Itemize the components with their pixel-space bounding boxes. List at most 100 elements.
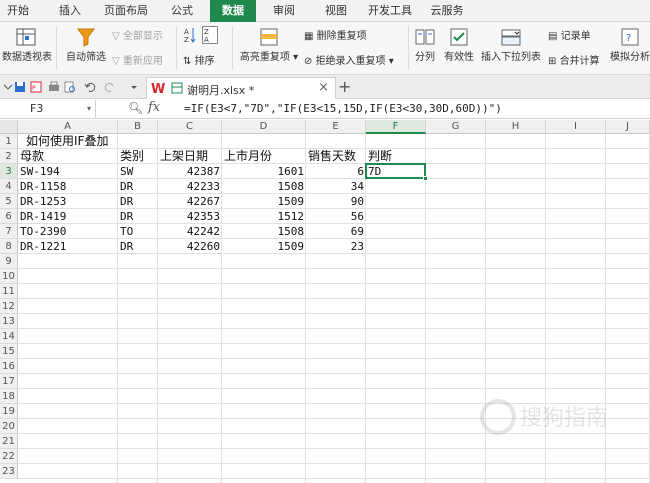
column-header-h[interactable]: H [486, 120, 546, 134]
reapply-button[interactable]: ▽ 重新应用 [112, 52, 163, 67]
cell-a2[interactable]: 母款 [18, 149, 118, 164]
undo-icon[interactable] [84, 81, 96, 93]
column-header-f[interactable]: F [366, 120, 426, 134]
row-header-19[interactable]: 19 [0, 404, 18, 419]
row-header-20[interactable]: 20 [0, 419, 18, 434]
new-tab-icon[interactable]: + [338, 77, 351, 96]
cell-d7[interactable]: 1508 [222, 224, 306, 239]
row-header-6[interactable]: 6 [0, 209, 18, 224]
cell-d5[interactable]: 1509 [222, 194, 306, 209]
row-header-22[interactable]: 22 [0, 449, 18, 464]
row-header-12[interactable]: 12 [0, 299, 18, 314]
cell-d4[interactable]: 1508 [222, 179, 306, 194]
cell-a5[interactable]: DR-1253 [18, 194, 118, 209]
name-box-dropdown-icon[interactable]: ▾ [87, 100, 91, 118]
zoom-search-icon[interactable]: 🔍︎ [128, 101, 143, 115]
autofilter-button[interactable]: 自动筛选 [64, 26, 108, 63]
highlight-duplicates-button[interactable]: 高亮重复项 ▾ [238, 26, 300, 63]
customize-dropdown-icon[interactable] [128, 81, 140, 93]
row-header-14[interactable]: 14 [0, 329, 18, 344]
sort-descending-button[interactable]: ZA [202, 26, 218, 47]
cell-a3[interactable]: SW-194 [18, 164, 118, 179]
cell-f8[interactable] [366, 239, 426, 254]
record-form-button[interactable]: ▤ 记录单 [548, 27, 591, 42]
menu-icon[interactable] [2, 81, 14, 93]
fill-handle[interactable] [423, 176, 428, 181]
column-header-j[interactable]: J [606, 120, 650, 134]
cell-b6[interactable]: DR [118, 209, 158, 224]
row-header-8[interactable]: 8 [0, 239, 18, 254]
sort-ascending-button[interactable]: AZ [183, 26, 197, 47]
cell-c6[interactable]: 42353 [158, 209, 222, 224]
cell-f5[interactable] [366, 194, 426, 209]
print-preview-icon[interactable] [64, 81, 76, 93]
row-header-9[interactable]: 9 [0, 254, 18, 269]
row-header-23[interactable]: 23 [0, 464, 18, 479]
sort-button[interactable]: ⇅ 排序 [183, 52, 215, 67]
cell-e6[interactable]: 56 [306, 209, 366, 224]
cell-c5[interactable]: 42267 [158, 194, 222, 209]
select-all-corner[interactable] [0, 120, 18, 134]
row-header-10[interactable]: 10 [0, 269, 18, 284]
cell-f4[interactable] [366, 179, 426, 194]
tab-data[interactable]: 数据 [210, 0, 256, 22]
close-tab-icon[interactable]: × [318, 80, 329, 95]
column-header-e[interactable]: E [306, 120, 366, 134]
row-header-13[interactable]: 13 [0, 314, 18, 329]
print-icon[interactable] [48, 81, 60, 93]
cell-b8[interactable]: DR [118, 239, 158, 254]
cell-a1[interactable]: 如何使用IF叠加 [24, 134, 110, 149]
cell-c4[interactable]: 42233 [158, 179, 222, 194]
cell-f2[interactable]: 判断 [366, 149, 426, 164]
cell-f7[interactable] [366, 224, 426, 239]
tab-view[interactable]: 视图 [316, 0, 356, 22]
row-header-16[interactable]: 16 [0, 359, 18, 374]
cell-c3[interactable]: 42387 [158, 164, 222, 179]
column-header-d[interactable]: D [222, 120, 306, 134]
row-header-7[interactable]: 7 [0, 224, 18, 239]
tab-formulas[interactable]: 公式 [162, 0, 202, 22]
delete-duplicates-button[interactable]: ▦ 删除重复项 [304, 27, 367, 42]
cell-c8[interactable]: 42260 [158, 239, 222, 254]
reject-duplicates-button[interactable]: ⊘ 拒绝录入重复项 ▾ [304, 52, 394, 67]
cell-b5[interactable]: DR [118, 194, 158, 209]
cell-d6[interactable]: 1512 [222, 209, 306, 224]
tab-developer[interactable]: 开发工具 [364, 0, 416, 22]
row-header-18[interactable]: 18 [0, 389, 18, 404]
tab-home[interactable]: 开始 [0, 0, 36, 22]
cell-d8[interactable]: 1509 [222, 239, 306, 254]
row-header-17[interactable]: 17 [0, 374, 18, 389]
function-icon[interactable]: fx [148, 100, 160, 115]
cell-a7[interactable]: TO-2390 [18, 224, 118, 239]
pivot-table-button[interactable]: 数据透视表 [2, 26, 52, 63]
column-header-i[interactable]: I [546, 120, 606, 134]
file-tab[interactable]: W 谢明月.xlsx * × [146, 77, 336, 99]
row-header-21[interactable]: 21 [0, 434, 18, 449]
row-header-15[interactable]: 15 [0, 344, 18, 359]
merge-calc-button[interactable]: ⊞ 合并计算 [548, 52, 600, 67]
cell-a4[interactable]: DR-1158 [18, 179, 118, 194]
show-all-button[interactable]: ▽ 全部显示 [112, 27, 163, 42]
cell-b2[interactable]: 类别 [118, 149, 158, 164]
export-pdf-icon[interactable]: P [30, 81, 42, 93]
insert-dropdown-button[interactable]: 插入下拉列表 [480, 26, 542, 63]
row-header-1[interactable]: 1 [0, 134, 18, 149]
cell-b7[interactable]: TO [118, 224, 158, 239]
tab-page-layout[interactable]: 页面布局 [100, 0, 152, 22]
row-header-2[interactable]: 2 [0, 149, 18, 164]
name-box[interactable]: F3 ▾ [0, 100, 96, 118]
redo-icon[interactable] [104, 81, 116, 93]
tab-insert[interactable]: 插入 [50, 0, 90, 22]
cell-e2[interactable]: 销售天数 [306, 149, 366, 164]
cell-e4[interactable]: 34 [306, 179, 366, 194]
column-header-g[interactable]: G [426, 120, 486, 134]
tab-review[interactable]: 审阅 [264, 0, 304, 22]
validity-button[interactable]: 有效性 [442, 26, 476, 63]
cell-e8[interactable]: 23 [306, 239, 366, 254]
split-columns-button[interactable]: 分列 [412, 26, 438, 63]
column-header-c[interactable]: C [158, 120, 222, 134]
column-header-a[interactable]: A [18, 120, 118, 134]
cell-f6[interactable] [366, 209, 426, 224]
tab-cloud[interactable]: 云服务 [424, 0, 470, 22]
formula-input[interactable]: =IF(E3<7,"7D","IF(E3<15,15D,IF(E3<30,30D… [184, 102, 502, 115]
